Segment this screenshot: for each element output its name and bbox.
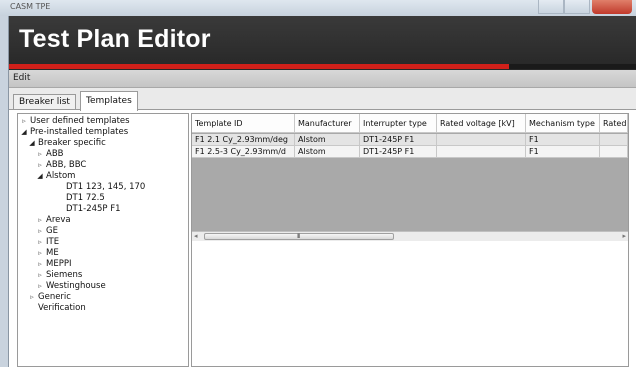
scroll-left-icon[interactable]: ◂ [194,232,198,240]
collapsed-triangle-icon[interactable]: ▹ [36,149,44,160]
tree-item-label: MEPPI [46,259,72,269]
close-button[interactable] [592,0,632,14]
tree-item[interactable]: ▹ Areva [36,215,71,226]
table-cell: DT1-245P F1 [360,134,437,146]
tree-item-label: DT1-245P F1 [66,204,121,214]
table-cell [600,146,628,158]
tree-item-label: Generic [38,292,71,302]
tree-item-label: ABB, BBC [46,160,87,170]
tree-item[interactable]: ◢ Pre-installed templates [20,127,128,138]
collapsed-triangle-icon[interactable]: ▹ [36,237,44,248]
column-header[interactable]: Rated [600,114,628,133]
collapsed-triangle-icon[interactable]: ▹ [36,281,44,292]
expanded-triangle-icon[interactable]: ◢ [28,138,36,149]
tree-item-label: ME [46,248,59,258]
tree-item[interactable]: ▹ ABB [36,149,63,160]
app-window: Test Plan Editor Edit Breaker list Templ… [8,16,636,367]
tree-item[interactable]: ▹ User defined templates [20,116,130,127]
tree-item[interactable]: ◢ Alstom [36,171,75,182]
tree-item[interactable]: ▹ ME [36,248,59,259]
tree-item-label: Pre-installed templates [30,127,129,137]
collapsed-triangle-icon[interactable]: ▹ [36,160,44,171]
tree-item-label: DT1 123, 145, 170 [66,182,146,192]
tree-item[interactable]: DT1 72.5 [46,193,105,204]
column-header[interactable]: Interrupter type [360,114,437,133]
menu-bar: Edit [9,70,636,88]
menu-edit[interactable]: Edit [13,73,30,83]
templates-grid[interactable]: Template ID Manufacturer Interrupter type R… [191,113,629,367]
table-cell: F1 2.1 Cy_2.93mm/deg [192,134,295,146]
table-cell: Alstom [295,146,360,158]
tab-content: ▹ User defined templates ◢ Pre-installed te… [9,109,636,367]
table-cell: F1 [526,134,600,146]
tree-item[interactable]: DT1 123, 145, 170 [46,182,145,193]
tab-breaker-list[interactable]: Breaker list [13,94,76,110]
tree-item[interactable]: ▹ GE [36,226,58,237]
tab-templates[interactable]: Templates [80,91,138,111]
tree-item-label: Westinghouse [46,281,106,291]
scroll-right-icon[interactable]: ▸ [622,232,626,240]
collapsed-triangle-icon[interactable]: ▹ [36,259,44,270]
accent-bar [9,64,509,69]
minimize-button[interactable] [538,0,564,14]
tree-item[interactable]: DT1-245P F1 [46,204,121,215]
accent-bar-dark [509,64,636,69]
window-title: CASM TPE [10,2,51,11]
collapsed-triangle-icon[interactable]: ▹ [36,248,44,259]
scroll-grip: III [297,233,300,240]
tree-item[interactable]: ▹ ABB, BBC [36,160,86,171]
horizontal-scrollbar[interactable]: ◂ III ▸ [192,231,628,241]
collapsed-triangle-icon[interactable]: ▹ [36,226,44,237]
table-cell [437,134,526,146]
app-header: Test Plan Editor [9,16,636,70]
table-cell: DT1-245P F1 [360,146,437,158]
column-header[interactable]: Manufacturer [295,114,360,133]
tree-item-label: User defined templates [30,116,130,126]
tree-item-label: Areva [46,215,71,225]
tree-item-label: Alstom [46,171,76,181]
grid-header: Template ID Manufacturer Interrupter type R… [192,114,628,133]
tree-item[interactable]: ▹ Siemens [36,270,82,281]
tree-item-label: ITE [46,237,60,247]
scroll-thumb[interactable]: III [204,233,394,240]
table-cell: F1 [526,146,600,158]
tree-item-label: DT1 72.5 [66,193,105,203]
collapsed-triangle-icon[interactable]: ▹ [36,270,44,281]
table-cell: Alstom [295,134,360,146]
tree-item-label: Breaker specific [38,138,106,148]
tree-item[interactable]: ◢ Breaker specific [28,138,106,149]
expanded-triangle-icon[interactable]: ◢ [20,127,28,138]
table-cell: F1 2.5-3 Cy_2.93mm/d [192,146,295,158]
maximize-button[interactable] [564,0,590,14]
tree-item-label: Verification [38,303,86,313]
tree-item[interactable]: ▹ Generic [28,292,71,303]
table-cell [437,146,526,158]
os-title-bar: CASM TPE [0,0,636,16]
column-header[interactable]: Rated voltage [kV] [437,114,526,133]
tree-item[interactable]: ▹ Westinghouse [36,281,106,292]
template-tree[interactable]: ▹ User defined templates ◢ Pre-installed te… [17,113,189,367]
tab-strip: Breaker list Templates [9,88,636,111]
column-header[interactable]: Mechanism type [526,114,600,133]
tree-item-label: GE [46,226,58,236]
column-header[interactable]: Template ID [192,114,295,133]
expanded-triangle-icon[interactable]: ◢ [36,171,44,182]
collapsed-triangle-icon[interactable]: ▹ [36,215,44,226]
tree-item[interactable]: Verification [28,303,86,314]
page-title: Test Plan Editor [19,25,211,53]
collapsed-triangle-icon[interactable]: ▹ [28,292,36,303]
tree-item[interactable]: ▹ MEPPI [36,259,71,270]
tree-item-label: Siemens [46,270,83,280]
tree-item-label: ABB [46,149,64,159]
tree-item[interactable]: ▹ ITE [36,237,59,248]
table-cell [600,134,628,146]
collapsed-triangle-icon[interactable]: ▹ [20,116,28,127]
